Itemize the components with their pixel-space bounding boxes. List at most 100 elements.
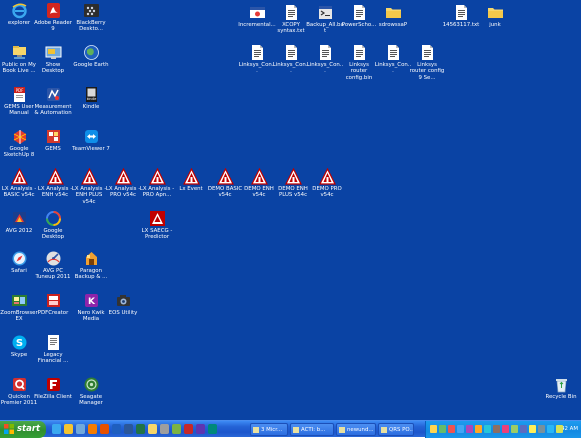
taskbar-button[interactable]: QRS PO... (378, 423, 414, 436)
taskbar-button[interactable]: 3 Micr... (250, 423, 288, 436)
desktop-icon[interactable]: LX Analysis - PRO v54c (104, 168, 142, 199)
tray-icon-12[interactable] (529, 425, 536, 433)
taskbar-button[interactable]: ACTI: b... (290, 423, 334, 436)
text-file-icon (453, 4, 470, 21)
desktop-icon[interactable]: Paragon Backup & ... (72, 250, 110, 281)
desktop-icon[interactable]: Show Desktop (34, 44, 72, 75)
desktop-icon[interactable]: Seagate Manager (72, 376, 110, 407)
taskbar-button[interactable]: newund... (336, 423, 376, 436)
outlook-icon[interactable] (64, 424, 73, 434)
app-icon[interactable] (184, 424, 193, 434)
tray-icon-10[interactable] (511, 425, 518, 433)
desktop-icon[interactable]: Linksys_Con... (374, 44, 412, 75)
desktop-icon[interactable]: DEMO ENH v54c (240, 168, 278, 199)
tray-icon-2[interactable] (439, 425, 446, 433)
desktop-icon-label: junk (489, 22, 501, 28)
tray-icon-5[interactable] (466, 425, 473, 433)
app-icon[interactable] (196, 424, 205, 434)
desktop-icon[interactable]: Measurement & Automation (34, 86, 72, 117)
desktop-icon[interactable]: PowerScho... (340, 4, 378, 28)
desktop-icon[interactable]: LX Analysis - ENH PLUS v54c (70, 168, 108, 205)
folder-icon[interactable] (148, 424, 157, 434)
desktop-icon[interactable]: Adobe Reader 9 (34, 2, 72, 33)
word-icon[interactable] (124, 424, 133, 434)
calculator-icon[interactable] (160, 424, 169, 434)
app-icon[interactable] (172, 424, 181, 434)
desktop[interactable]: explorer Adobe Reader 9 BlackBerry Deskto.… (0, 0, 581, 420)
desktop-icon[interactable]: DEMO ENH PLUS v54c (274, 168, 312, 199)
desktop-icon[interactable]: PDFCreator (34, 292, 72, 316)
desktop-icon[interactable]: PDF GEMS User Manual (0, 86, 38, 117)
desktop-icon[interactable]: Linksys_Con... (238, 44, 276, 75)
tray-icon-11[interactable] (520, 425, 527, 433)
tray-icon-1[interactable] (430, 425, 437, 433)
tray-icon-15[interactable] (556, 425, 563, 433)
desktop-icon[interactable]: LX SAECG - Predictor (138, 210, 176, 241)
app-icon[interactable] (208, 424, 217, 434)
firefox-icon[interactable] (100, 424, 109, 434)
teamviewer-icon (83, 128, 100, 145)
tray-icon-4[interactable] (457, 425, 464, 433)
desktop-icon-label: Measurement & Automation (34, 104, 72, 117)
desktop-icon[interactable]: LX Analysis - BASIC v54c (0, 168, 38, 199)
desktop-icon[interactable]: Incremental... (238, 4, 276, 28)
desktop-icon[interactable]: GEMS (34, 128, 72, 152)
desktop-icon[interactable]: S Skype (0, 334, 38, 358)
tray-icon-6[interactable] (475, 425, 482, 433)
avg-tuneup-icon (45, 250, 62, 267)
desktop-icon[interactable]: Quicken Premier 2011 (0, 376, 38, 407)
desktop-icon[interactable]: AVG 2012 (0, 210, 38, 234)
desktop-icon[interactable]: Linksys router config 9 Se... (408, 44, 446, 81)
desktop-icon-label: Linksys_Con... (272, 62, 310, 75)
desktop-icon[interactable]: Legacy Financial ... (34, 334, 72, 365)
desktop-icon[interactable]: Google Desktop (34, 210, 72, 241)
skype-icon: S (11, 334, 28, 351)
svg-text:K: K (88, 297, 96, 307)
desktop-icon[interactable]: kindle Kindle (72, 86, 110, 110)
tray-icon-8[interactable] (493, 425, 500, 433)
internet-explorer-icon[interactable] (52, 424, 61, 434)
desktop-icon[interactable]: Google SketchUp 8 (0, 128, 38, 159)
desktop-icon[interactable]: LX Analysis - PRO Apn... (138, 168, 176, 199)
desktop-icon[interactable]: AVG PC Tuneup 2011 (34, 250, 72, 281)
desktop-icon[interactable]: DEMO PRO v54c (308, 168, 346, 199)
desktop-icon[interactable]: DEMO BASIC v54c (206, 168, 244, 199)
lx-analysis-icon (182, 168, 200, 185)
tray-icon-9[interactable] (502, 425, 509, 433)
desktop-icon[interactable]: sdrowssaP (374, 4, 412, 28)
desktop-icon[interactable]: Safari (0, 250, 38, 274)
desktop-icon[interactable]: junk (476, 4, 514, 28)
desktop-icon[interactable]: Lx Event (172, 168, 210, 192)
desktop-icon[interactable]: 14563117.txt (442, 4, 480, 28)
desktop-icon[interactable]: Public on My Book Live ... (0, 44, 38, 75)
desktop-icon[interactable]: ZoomBrowser EX (0, 292, 38, 323)
desktop-icon[interactable]: Google Earth (72, 44, 110, 68)
desktop-icon[interactable]: BlackBerry Deskto... (72, 2, 110, 33)
desktop-icon[interactable]: EOS Utility (104, 292, 142, 316)
desktop-icon[interactable]: TeamViewer 7 (72, 128, 110, 152)
start-button[interactable]: start (0, 421, 46, 438)
lx-saecg-icon (149, 210, 166, 227)
excel-icon[interactable] (136, 424, 145, 434)
tray-icon-14[interactable] (547, 425, 554, 433)
media-player-icon[interactable] (88, 424, 97, 434)
desktop-icon[interactable]: Recycle Bin (542, 376, 580, 400)
tray-icon-3[interactable] (448, 425, 455, 433)
desktop-icon[interactable]: Backup_All.bat (306, 4, 344, 35)
desktop-icon-label: DEMO ENH PLUS v54c (278, 186, 308, 199)
tray-icon-13[interactable] (538, 425, 545, 433)
desktop-icon[interactable]: Linksys_Con... (272, 44, 310, 75)
tray-icon-7[interactable] (484, 425, 491, 433)
google-earth-icon[interactable] (112, 424, 121, 434)
desktop-icon[interactable]: explorer (0, 2, 38, 26)
folder-icon (487, 4, 504, 21)
desktop-icon[interactable]: Linksys router config.bin (340, 44, 378, 81)
desktop-icon-label: 14563117.txt (442, 22, 480, 28)
desktop-icon[interactable]: LX Analysis - ENH v54c (36, 168, 74, 199)
desktop-icon-label: Backup_All.bat (306, 22, 344, 35)
show-desktop-icon[interactable] (76, 424, 85, 434)
taskbar: start 3 Micr... ACTI: b... newund... QRS PO… (0, 420, 581, 438)
desktop-icon[interactable]: XCOPY syntax.txt (272, 4, 310, 35)
desktop-icon[interactable]: Linksys_Con... (306, 44, 344, 75)
desktop-icon[interactable]: FileZilla Client (34, 376, 72, 400)
